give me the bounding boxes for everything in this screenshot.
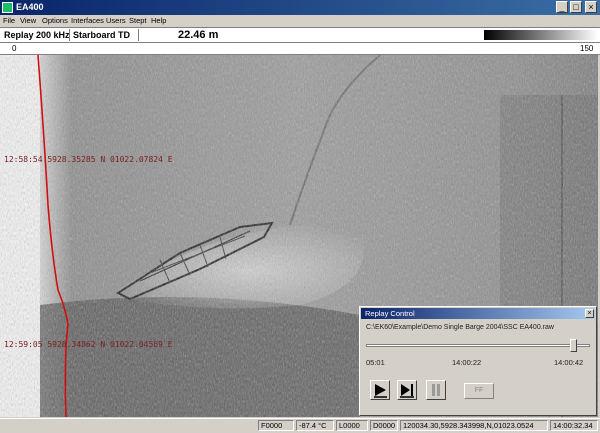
replay-time-current: 14:00:22 [452, 358, 482, 367]
title-bar: EA400 _ □ × [0, 0, 600, 15]
replay-time-start: 05:01 [366, 358, 385, 367]
menu-interfaces[interactable]: Interfaces [71, 16, 104, 25]
status-log: L0000 [336, 420, 368, 431]
replay-time-end: 14:00:42 [554, 358, 584, 367]
step-forward-icon [400, 384, 414, 398]
ruler-end-label: 150 [580, 44, 594, 53]
replay-slider-thumb[interactable] [569, 339, 577, 352]
status-bar: F0000 -87.4 °C L0000 D0000 120034.30,592… [0, 418, 600, 433]
divider [138, 29, 139, 41]
status-depth: D0000 [370, 420, 398, 431]
window-title: EA400 [16, 2, 44, 12]
menu-file[interactable]: File [3, 16, 15, 25]
status-time: 14:00:32.34 [550, 420, 598, 431]
pause-button[interactable] [426, 380, 446, 400]
status-position: 120034.30,5928.343998,N,01023.0524 [400, 420, 548, 431]
app-icon [2, 2, 13, 13]
play-button[interactable] [370, 380, 390, 400]
menu-view[interactable]: View [20, 16, 36, 25]
fast-forward-button[interactable]: FF [464, 383, 494, 399]
replay-control-dialog: Replay Control × C:\EK60\Example\Demo Si… [359, 306, 597, 416]
status-temperature: -87.4 °C [296, 420, 334, 431]
ruler-start-label: 0 [12, 44, 17, 53]
menu-options[interactable]: Options [42, 16, 68, 25]
step-forward-button[interactable] [397, 380, 417, 400]
menu-stept[interactable]: Stept [129, 16, 147, 25]
pause-icon [432, 384, 440, 396]
maximize-button[interactable]: □ [570, 1, 582, 13]
replay-close-button[interactable]: × [585, 309, 594, 318]
range-ruler: 0 150 [0, 43, 600, 55]
info-bar: Replay 200 kHz Starboard TD 22.46 m [0, 27, 600, 43]
menu-help[interactable]: Help [151, 16, 166, 25]
replay-slider-track[interactable] [366, 344, 590, 347]
range-readout: 22.46 m [178, 29, 219, 41]
frequency-label: Replay 200 kHz [4, 30, 70, 40]
close-button[interactable]: × [585, 1, 597, 13]
menu-bar: File View Options Interfaces Users Stept… [0, 15, 600, 27]
color-scale-bar [484, 30, 598, 40]
transducer-label: Starboard TD [73, 30, 131, 40]
position-annotation-2: 12:59:05 5928.34862 N 01022.04569 E [4, 340, 173, 349]
minimize-button[interactable]: _ [556, 1, 568, 13]
position-annotation-1: 12:58:54 5928.35285 N 01022.07824 E [4, 155, 173, 164]
status-fix: F0000 [258, 420, 294, 431]
divider [69, 29, 70, 41]
play-icon [374, 384, 387, 398]
replay-file-path: C:\EK60\Example\Demo Single Barge 2004\S… [366, 324, 554, 331]
replay-dialog-title: Replay Control [361, 308, 595, 319]
menu-users[interactable]: Users [106, 16, 126, 25]
